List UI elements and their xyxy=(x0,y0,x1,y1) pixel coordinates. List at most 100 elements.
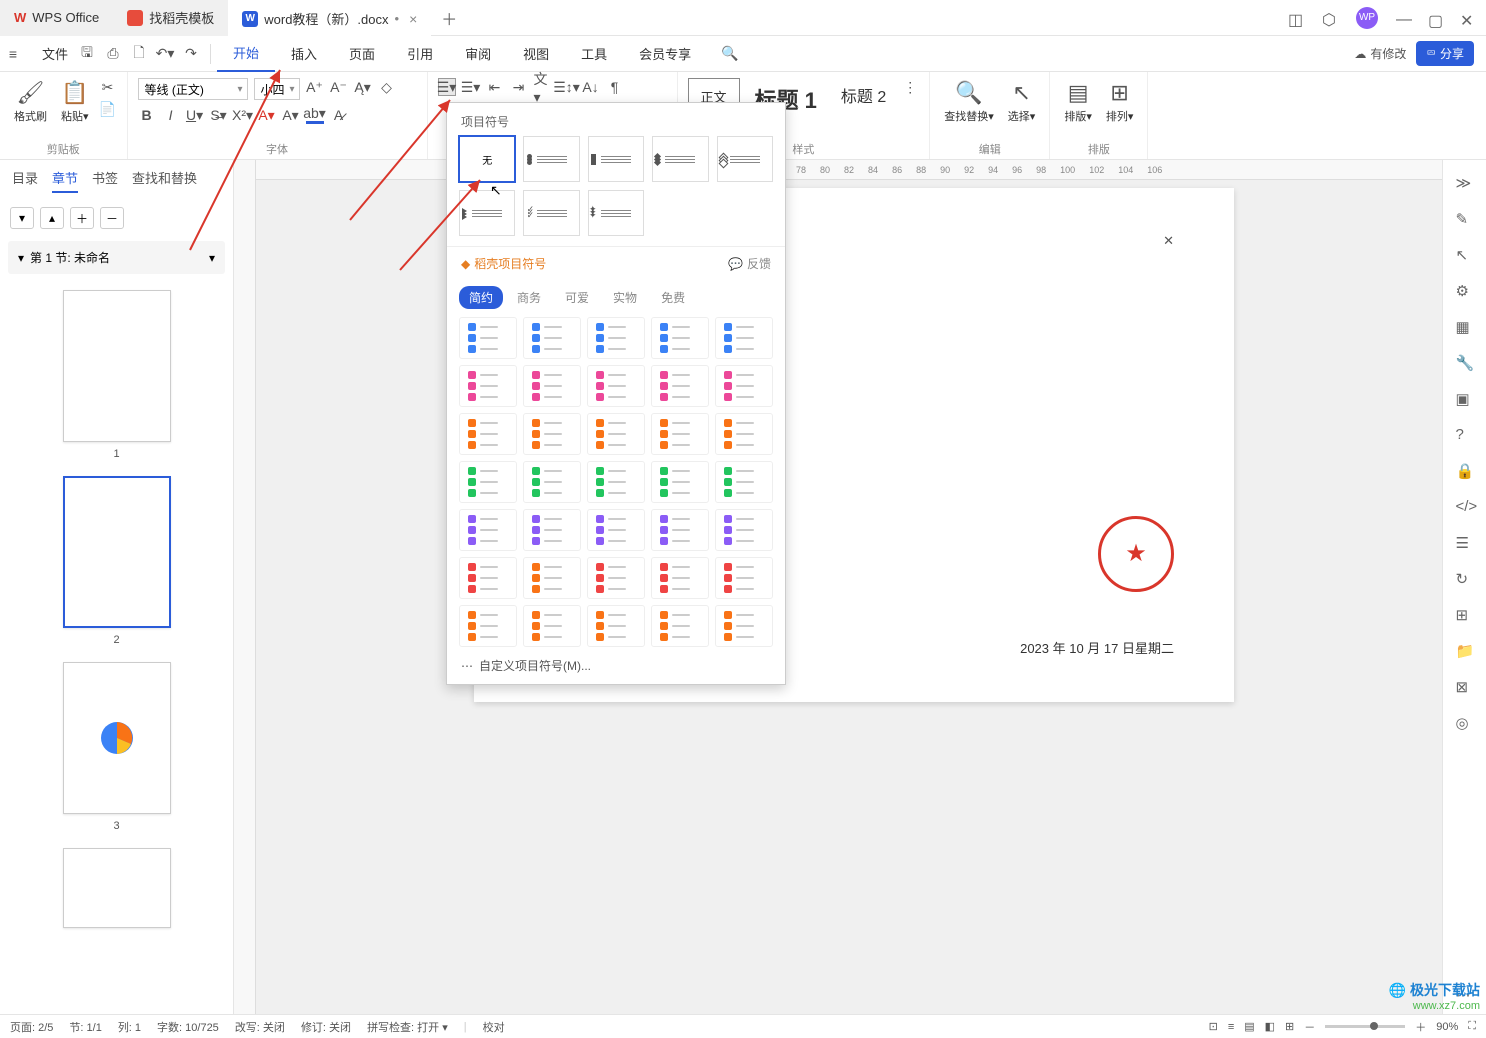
bullet-star[interactable] xyxy=(588,190,644,236)
layers-icon[interactable]: ▦ xyxy=(1456,318,1474,336)
menu-icon[interactable]: ≡ xyxy=(0,46,26,62)
bullet-style-option[interactable] xyxy=(523,461,581,503)
view-mode-icon[interactable]: ◧ xyxy=(1265,1020,1275,1033)
align-button[interactable]: ⊞排列▾ xyxy=(1102,78,1138,126)
find-replace-button[interactable]: 🔍查找替换▾ xyxy=(940,78,998,126)
bold-icon[interactable]: B xyxy=(138,106,156,124)
view-mode-icon[interactable]: ▤ xyxy=(1244,1020,1254,1033)
page-thumb-1[interactable] xyxy=(63,290,171,442)
bullet-style-option[interactable] xyxy=(715,413,773,455)
select-icon[interactable]: ↖ xyxy=(1456,246,1474,264)
bullet-style-option[interactable] xyxy=(715,317,773,359)
lp-tab-toc[interactable]: 目录 xyxy=(12,168,38,193)
bullet-check[interactable] xyxy=(523,190,579,236)
bullet-style-option[interactable] xyxy=(587,413,645,455)
section-selector[interactable]: ▾第 1 节: 未命名 ▾ xyxy=(8,241,225,274)
lp-add-button[interactable]: ＋ xyxy=(70,207,94,229)
bullet-diamond[interactable] xyxy=(652,136,708,182)
lock-icon[interactable]: 🔒 xyxy=(1456,462,1474,480)
bullet-none[interactable]: 无 xyxy=(459,136,515,182)
custom-bullet-button[interactable]: ⋯自定义项目符号(M)... xyxy=(447,647,785,674)
lp-tab-find[interactable]: 查找和替换 xyxy=(132,168,197,193)
bullet-style-option[interactable] xyxy=(651,509,709,551)
settings-icon[interactable]: ⚙ xyxy=(1456,282,1474,300)
menu-ref[interactable]: 引用 xyxy=(391,36,449,72)
panel-icon[interactable]: ▣ xyxy=(1456,390,1474,408)
bullet-style-option[interactable] xyxy=(715,365,773,407)
undo-icon[interactable]: ↶▾ xyxy=(152,45,178,62)
print-icon[interactable]: ⎙ xyxy=(100,45,126,62)
indent-inc-icon[interactable]: ⇥ xyxy=(510,78,528,96)
misc-icon[interactable]: ◎ xyxy=(1456,714,1474,732)
lp-tab-chapter[interactable]: 章节 xyxy=(52,168,78,193)
tab-templates[interactable]: 找稻壳模板 xyxy=(113,0,228,36)
dd-tab-free[interactable]: 免费 xyxy=(651,286,695,309)
bullet-style-option[interactable] xyxy=(459,605,517,647)
bullet-style-option[interactable] xyxy=(523,509,581,551)
text-effect-icon[interactable]: A▾ xyxy=(282,106,300,124)
close-icon[interactable]: × xyxy=(409,11,417,27)
clear-icon[interactable]: A̷ xyxy=(330,106,348,124)
bullet-style-option[interactable] xyxy=(715,461,773,503)
dd-tab-cute[interactable]: 可爱 xyxy=(555,286,599,309)
dd-tab-real[interactable]: 实物 xyxy=(603,286,647,309)
bullet-style-option[interactable] xyxy=(459,461,517,503)
styles-more-icon[interactable]: ⋮ xyxy=(901,78,919,96)
font-size-select[interactable]: 小四 xyxy=(254,78,300,100)
menu-vip[interactable]: 会员专享 xyxy=(623,36,707,72)
sb-page[interactable]: 页面: 2/5 xyxy=(10,1019,53,1035)
bullet-style-option[interactable] xyxy=(587,509,645,551)
bullet-style-option[interactable] xyxy=(651,413,709,455)
sb-spell[interactable]: 拼写检查: 打开 xyxy=(367,1022,439,1034)
feedback-button[interactable]: 💬反馈 xyxy=(728,255,771,272)
has-modification[interactable]: ☁有修改 xyxy=(1354,45,1406,62)
minimize-icon[interactable]: — xyxy=(1396,11,1410,25)
tools-icon[interactable]: 🔧 xyxy=(1456,354,1474,372)
lp-tab-bookmark[interactable]: 书签 xyxy=(92,168,118,193)
bullet-style-option[interactable] xyxy=(651,605,709,647)
bullet-style-option[interactable] xyxy=(651,461,709,503)
menu-start[interactable]: 开始 xyxy=(217,36,275,72)
menu-insert[interactable]: 插入 xyxy=(275,36,333,72)
menu-tools[interactable]: 工具 xyxy=(565,36,623,72)
show-marks-icon[interactable]: ¶ xyxy=(606,78,624,96)
bullet-disc[interactable] xyxy=(523,136,579,182)
sb-track[interactable]: 改写: 关闭 xyxy=(235,1019,285,1035)
bullet-style-option[interactable] xyxy=(523,365,581,407)
bullet-style-option[interactable] xyxy=(587,557,645,599)
cube-icon[interactable]: ⬡ xyxy=(1322,10,1338,26)
avatar[interactable]: WP xyxy=(1356,7,1378,29)
tab-app[interactable]: W WPS Office xyxy=(0,0,113,36)
save-icon[interactable]: 🖫 xyxy=(74,42,100,66)
zoom-slider[interactable] xyxy=(1325,1025,1405,1028)
close-window-icon[interactable]: ✕ xyxy=(1460,11,1474,25)
zoom-level[interactable]: 90% xyxy=(1436,1021,1458,1033)
page-thumb-4[interactable] xyxy=(63,848,171,928)
clear-format-icon[interactable]: ◇ xyxy=(378,78,396,96)
vertical-ruler[interactable] xyxy=(234,160,256,1014)
bullet-style-option[interactable] xyxy=(459,317,517,359)
grid-icon[interactable]: ⊞ xyxy=(1456,606,1474,624)
bullet-style-option[interactable] xyxy=(651,365,709,407)
strike-icon[interactable]: S̶▾ xyxy=(210,106,228,124)
bullet-style-option[interactable] xyxy=(587,365,645,407)
highlight-icon[interactable]: ab▾ xyxy=(306,106,324,124)
panel-icon[interactable]: ◫ xyxy=(1288,10,1304,26)
sb-revision[interactable]: 修订: 关闭 xyxy=(301,1019,351,1035)
bullet-style-option[interactable] xyxy=(715,509,773,551)
view-mode-icon[interactable]: ⊞ xyxy=(1285,1020,1294,1033)
sb-col[interactable]: 列: 1 xyxy=(118,1019,141,1035)
dd-tab-business[interactable]: 商务 xyxy=(507,286,551,309)
zoom-out-icon[interactable]: － xyxy=(1304,1019,1315,1035)
arrange-button[interactable]: ▤排版▾ xyxy=(1060,78,1096,126)
bullet-style-option[interactable] xyxy=(651,557,709,599)
help-icon[interactable]: ? xyxy=(1456,426,1474,444)
bullet-style-option[interactable] xyxy=(715,557,773,599)
share-button[interactable]: ⮹分享 xyxy=(1416,41,1474,66)
page-thumb-2[interactable] xyxy=(63,476,171,628)
bullet-style-option[interactable] xyxy=(587,317,645,359)
text-direction-icon[interactable]: 文▾ xyxy=(534,78,552,96)
new-tab-button[interactable]: ＋ xyxy=(431,6,467,30)
bullet-square[interactable] xyxy=(588,136,644,182)
sb-proof[interactable]: 校对 xyxy=(483,1019,505,1035)
